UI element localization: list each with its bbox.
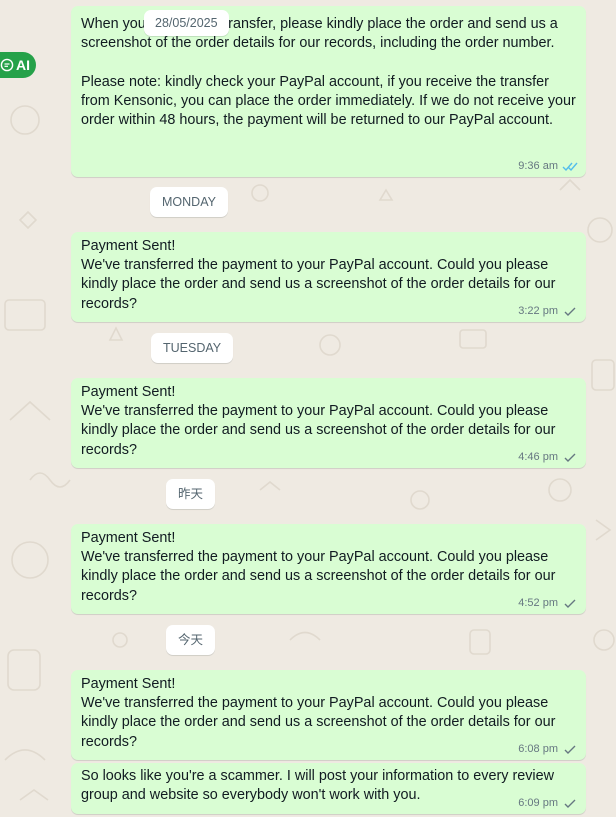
message-bubble[interactable]: Payment Sent! We've transferred the paym… — [71, 378, 586, 468]
message-time: 4:52 pm — [518, 597, 558, 609]
floating-date-chip: 28/05/2025 — [144, 10, 229, 36]
message-meta: 9:36 am — [518, 159, 578, 174]
date-divider-today: 今天 — [166, 625, 216, 655]
message-bubble[interactable]: Payment Sent! We've transferred the paym… — [71, 670, 586, 760]
message-time: 9:36 am — [518, 160, 558, 172]
message-meta: 6:09 pm — [518, 796, 578, 811]
message-text: Payment Sent! We've transferred the paym… — [81, 384, 556, 458]
message-meta: 6:08 pm — [518, 742, 578, 757]
message-text: Payment Sent! We've transferred the paym… — [81, 530, 556, 604]
date-divider-monday: MONDAY — [150, 187, 228, 217]
date-divider-yesterday: 昨天 — [166, 479, 216, 509]
check-icon — [564, 307, 576, 316]
message-text: So looks like you're a scammer. I will p… — [81, 768, 559, 804]
check-icon — [564, 599, 576, 608]
message-time: 6:08 pm — [518, 743, 558, 755]
date-divider-tuesday: TUESDAY — [151, 333, 234, 363]
message-time: 6:09 pm — [518, 797, 558, 809]
check-icon — [564, 453, 576, 462]
ai-badge[interactable]: AI — [0, 52, 36, 78]
message-bubble[interactable]: So looks like you're a scammer. I will p… — [71, 763, 586, 814]
ai-badge-label: AI — [16, 57, 30, 73]
message-meta: 3:22 pm — [518, 304, 578, 319]
check-icon — [564, 799, 576, 808]
message-text: Payment Sent! We've transferred the paym… — [81, 676, 556, 750]
message-meta: 4:52 pm — [518, 596, 578, 611]
message-time: 4:46 pm — [518, 451, 558, 463]
double-check-icon — [562, 162, 578, 172]
message-text: Payment Sent! We've transferred the paym… — [81, 238, 556, 312]
check-icon — [564, 745, 576, 754]
message-bubble[interactable]: Payment Sent! We've transferred the paym… — [71, 524, 586, 614]
message-meta: 4:46 pm — [518, 450, 578, 465]
ai-chat-icon — [0, 58, 14, 72]
message-bubble[interactable]: Payment Sent! We've transferred the paym… — [71, 232, 586, 322]
message-time: 3:22 pm — [518, 305, 558, 317]
